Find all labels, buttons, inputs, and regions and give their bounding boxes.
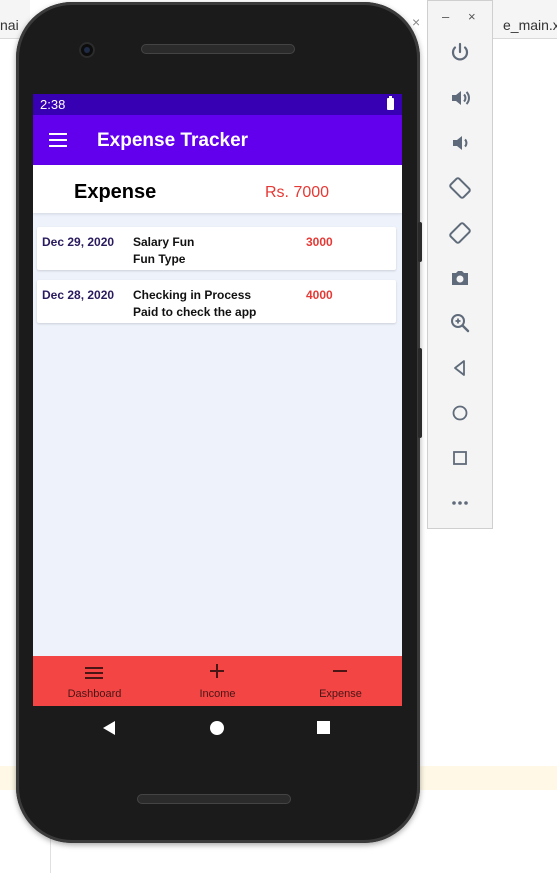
battery-icon	[387, 96, 394, 110]
volume-up-icon[interactable]	[448, 86, 472, 110]
volume-down-icon[interactable]	[448, 131, 472, 155]
minus-icon	[333, 664, 347, 678]
menu-icon	[85, 667, 103, 679]
zoom-icon[interactable]	[448, 311, 472, 335]
phone-volume-button[interactable]	[418, 348, 422, 438]
transaction-type: Paid to check the app	[133, 305, 257, 319]
top-speaker-grille	[141, 44, 295, 54]
android-navigation-bar	[33, 706, 402, 752]
status-time: 2:38	[40, 97, 66, 112]
app-title: Expense Tracker	[97, 130, 249, 151]
menu-icon[interactable]	[49, 133, 67, 147]
more-icon[interactable]	[448, 491, 472, 515]
transaction-row[interactable]: Dec 29, 2020 Salary Fun Fun Type 3000	[37, 227, 396, 270]
summary-label: Expense	[74, 181, 157, 203]
app-bar: Expense Tracker	[33, 115, 402, 165]
phone-power-button[interactable]	[418, 222, 422, 262]
nav-expense[interactable]: Expense	[279, 656, 402, 706]
emulator-minimize-button[interactable]: –	[442, 9, 449, 24]
ide-tab-right-label: e_main.xn	[503, 17, 557, 33]
power-icon[interactable]	[448, 41, 472, 65]
expense-summary-card: Expense Rs. 7000	[33, 165, 402, 213]
ide-tab-close-icon[interactable]: ×	[412, 14, 420, 30]
transaction-amount: 3000	[306, 235, 333, 249]
emulator-close-button[interactable]: ×	[468, 9, 476, 24]
transaction-type: Fun Type	[133, 252, 186, 266]
home-icon[interactable]	[210, 721, 224, 735]
nav-income[interactable]: Income	[156, 656, 279, 706]
transaction-row[interactable]: Dec 28, 2020 Checking in Process Paid to…	[37, 280, 396, 323]
home-icon[interactable]	[448, 401, 472, 425]
summary-amount: Rs. 7000	[265, 184, 330, 201]
front-camera	[79, 42, 95, 58]
camera-icon[interactable]	[448, 266, 472, 290]
back-icon[interactable]	[448, 356, 472, 380]
back-icon[interactable]	[103, 721, 115, 735]
nav-dashboard[interactable]: Dashboard	[33, 656, 156, 706]
nav-income-label: Income	[199, 688, 236, 700]
status-bar: 2:38	[33, 94, 402, 115]
rotate-left-icon[interactable]	[448, 176, 472, 200]
rotate-right-icon[interactable]	[448, 221, 472, 245]
emulator-toolbar: – ×	[427, 0, 493, 529]
ide-tab-left-label: nai	[0, 17, 19, 33]
transaction-title: Checking in Process	[133, 288, 252, 302]
transaction-date: Dec 29, 2020	[42, 235, 115, 249]
transaction-date: Dec 28, 2020	[42, 288, 115, 302]
transaction-amount: 4000	[306, 288, 333, 302]
ide-editor-tab-right[interactable]: e_main.xn	[493, 0, 557, 39]
transaction-title: Salary Fun	[133, 235, 195, 249]
recents-icon[interactable]	[317, 721, 330, 734]
bottom-navigation: Dashboard Income Expense	[33, 656, 402, 706]
bottom-speaker-grille	[137, 794, 291, 804]
nav-expense-label: Expense	[319, 688, 362, 700]
overview-icon[interactable]	[448, 446, 472, 470]
plus-icon	[210, 664, 224, 678]
nav-dashboard-label: Dashboard	[67, 688, 122, 700]
device-screen: 2:38 Expense Tracker Expense Rs. 7000 De…	[33, 94, 402, 706]
